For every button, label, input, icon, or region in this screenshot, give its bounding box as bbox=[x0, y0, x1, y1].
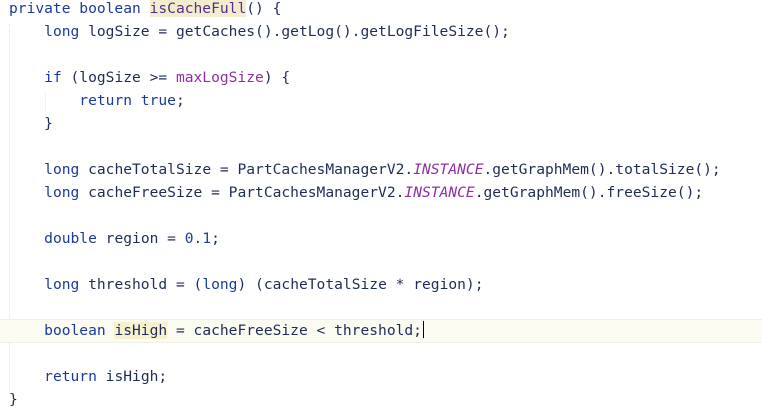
code-token: return true bbox=[79, 92, 176, 109]
code-token: isHigh bbox=[114, 322, 168, 339]
code-token: cacheFreeSize = PartCachesManagerV2. bbox=[88, 184, 405, 201]
code-line-return-true[interactable]: return true; bbox=[0, 89, 762, 112]
code-token: .getGraphMem().totalSize(); bbox=[483, 161, 721, 178]
code-text: } bbox=[9, 388, 18, 411]
code-token: long bbox=[44, 276, 89, 293]
code-line-blank-6[interactable] bbox=[0, 342, 762, 365]
code-token: ; bbox=[175, 92, 185, 109]
code-token: long bbox=[44, 23, 89, 40]
code-text: boolean isHigh = cacheFreeSize < thresho… bbox=[9, 319, 424, 342]
code-token: INSTANCE bbox=[413, 161, 484, 178]
code-line-blank-3[interactable] bbox=[0, 204, 762, 227]
code-text: long cacheFreeSize = PartCachesManagerV2… bbox=[9, 181, 703, 204]
code-token: INSTANCE bbox=[404, 184, 475, 201]
code-line-log-size[interactable]: long logSize = getCaches().getLog().getL… bbox=[0, 20, 762, 43]
code-text: if (logSize >= maxLogSize) { bbox=[9, 66, 290, 89]
code-line-blank-2[interactable] bbox=[0, 135, 762, 158]
code-line-close-if[interactable]: } bbox=[0, 112, 762, 135]
code-token: threshold = ( bbox=[88, 276, 203, 293]
code-line-blank-4[interactable] bbox=[0, 250, 762, 273]
code-token: double bbox=[44, 230, 106, 247]
code-line-region[interactable]: double region = 0.1; bbox=[0, 227, 762, 250]
code-line-is-high[interactable]: boolean isHigh = cacheFreeSize < thresho… bbox=[0, 319, 762, 343]
code-token: ) (cacheTotalSize * region); bbox=[237, 276, 484, 293]
code-text: long threshold = (long) (cacheTotalSize … bbox=[9, 273, 484, 296]
code-token: boolean bbox=[44, 322, 115, 339]
code-editor[interactable]: private boolean isCacheFull() { long log… bbox=[0, 0, 762, 411]
code-token: = cacheFreeSize < threshold; bbox=[167, 322, 422, 339]
code-token: long bbox=[44, 184, 89, 201]
code-token: } bbox=[9, 391, 18, 408]
code-token: } bbox=[9, 115, 53, 132]
code-token: isCacheFull bbox=[149, 0, 247, 17]
code-text: private boolean isCacheFull() { bbox=[9, 0, 281, 20]
code-text: } bbox=[9, 112, 53, 135]
code-token: if bbox=[44, 69, 71, 86]
code-token: 0.1 bbox=[184, 230, 212, 247]
code-token: logSize = getCaches().getLog().getLogFil… bbox=[88, 23, 510, 40]
code-token: .getGraphMem().freeSize(); bbox=[474, 184, 704, 201]
code-token: isHigh; bbox=[105, 368, 168, 385]
code-token: maxLogSize bbox=[175, 69, 264, 86]
code-text: return true; bbox=[9, 89, 185, 112]
code-text: long logSize = getCaches().getLog().getL… bbox=[9, 20, 510, 43]
code-line-signature[interactable]: private boolean isCacheFull() { bbox=[0, 0, 762, 20]
code-token: (logSize >= bbox=[70, 69, 176, 86]
text-caret bbox=[422, 321, 424, 338]
code-line-close-method[interactable]: } bbox=[0, 388, 762, 411]
code-text: double region = 0.1; bbox=[9, 227, 220, 250]
code-token: private boolean bbox=[9, 0, 150, 17]
code-line-blank-5[interactable] bbox=[0, 296, 762, 319]
code-line-if-check[interactable]: if (logSize >= maxLogSize) { bbox=[0, 66, 762, 89]
code-token: region = bbox=[105, 230, 185, 247]
code-line-cache-total[interactable]: long cacheTotalSize = PartCachesManagerV… bbox=[0, 158, 762, 181]
code-token: long bbox=[44, 161, 89, 178]
code-token: ; bbox=[211, 230, 220, 247]
code-token: ) { bbox=[263, 69, 291, 86]
code-line-cache-free[interactable]: long cacheFreeSize = PartCachesManagerV2… bbox=[0, 181, 762, 204]
code-token: long bbox=[202, 276, 238, 293]
code-line-threshold[interactable]: long threshold = (long) (cacheTotalSize … bbox=[0, 273, 762, 296]
code-text: return isHigh; bbox=[9, 365, 167, 388]
code-text: long cacheTotalSize = PartCachesManagerV… bbox=[9, 158, 721, 181]
code-token: return bbox=[44, 368, 106, 385]
code-token: cacheTotalSize = PartCachesManagerV2. bbox=[88, 161, 414, 178]
code-token: () { bbox=[246, 0, 282, 17]
code-line-blank-1[interactable] bbox=[0, 43, 762, 66]
code-line-return-is-high[interactable]: return isHigh; bbox=[0, 365, 762, 388]
